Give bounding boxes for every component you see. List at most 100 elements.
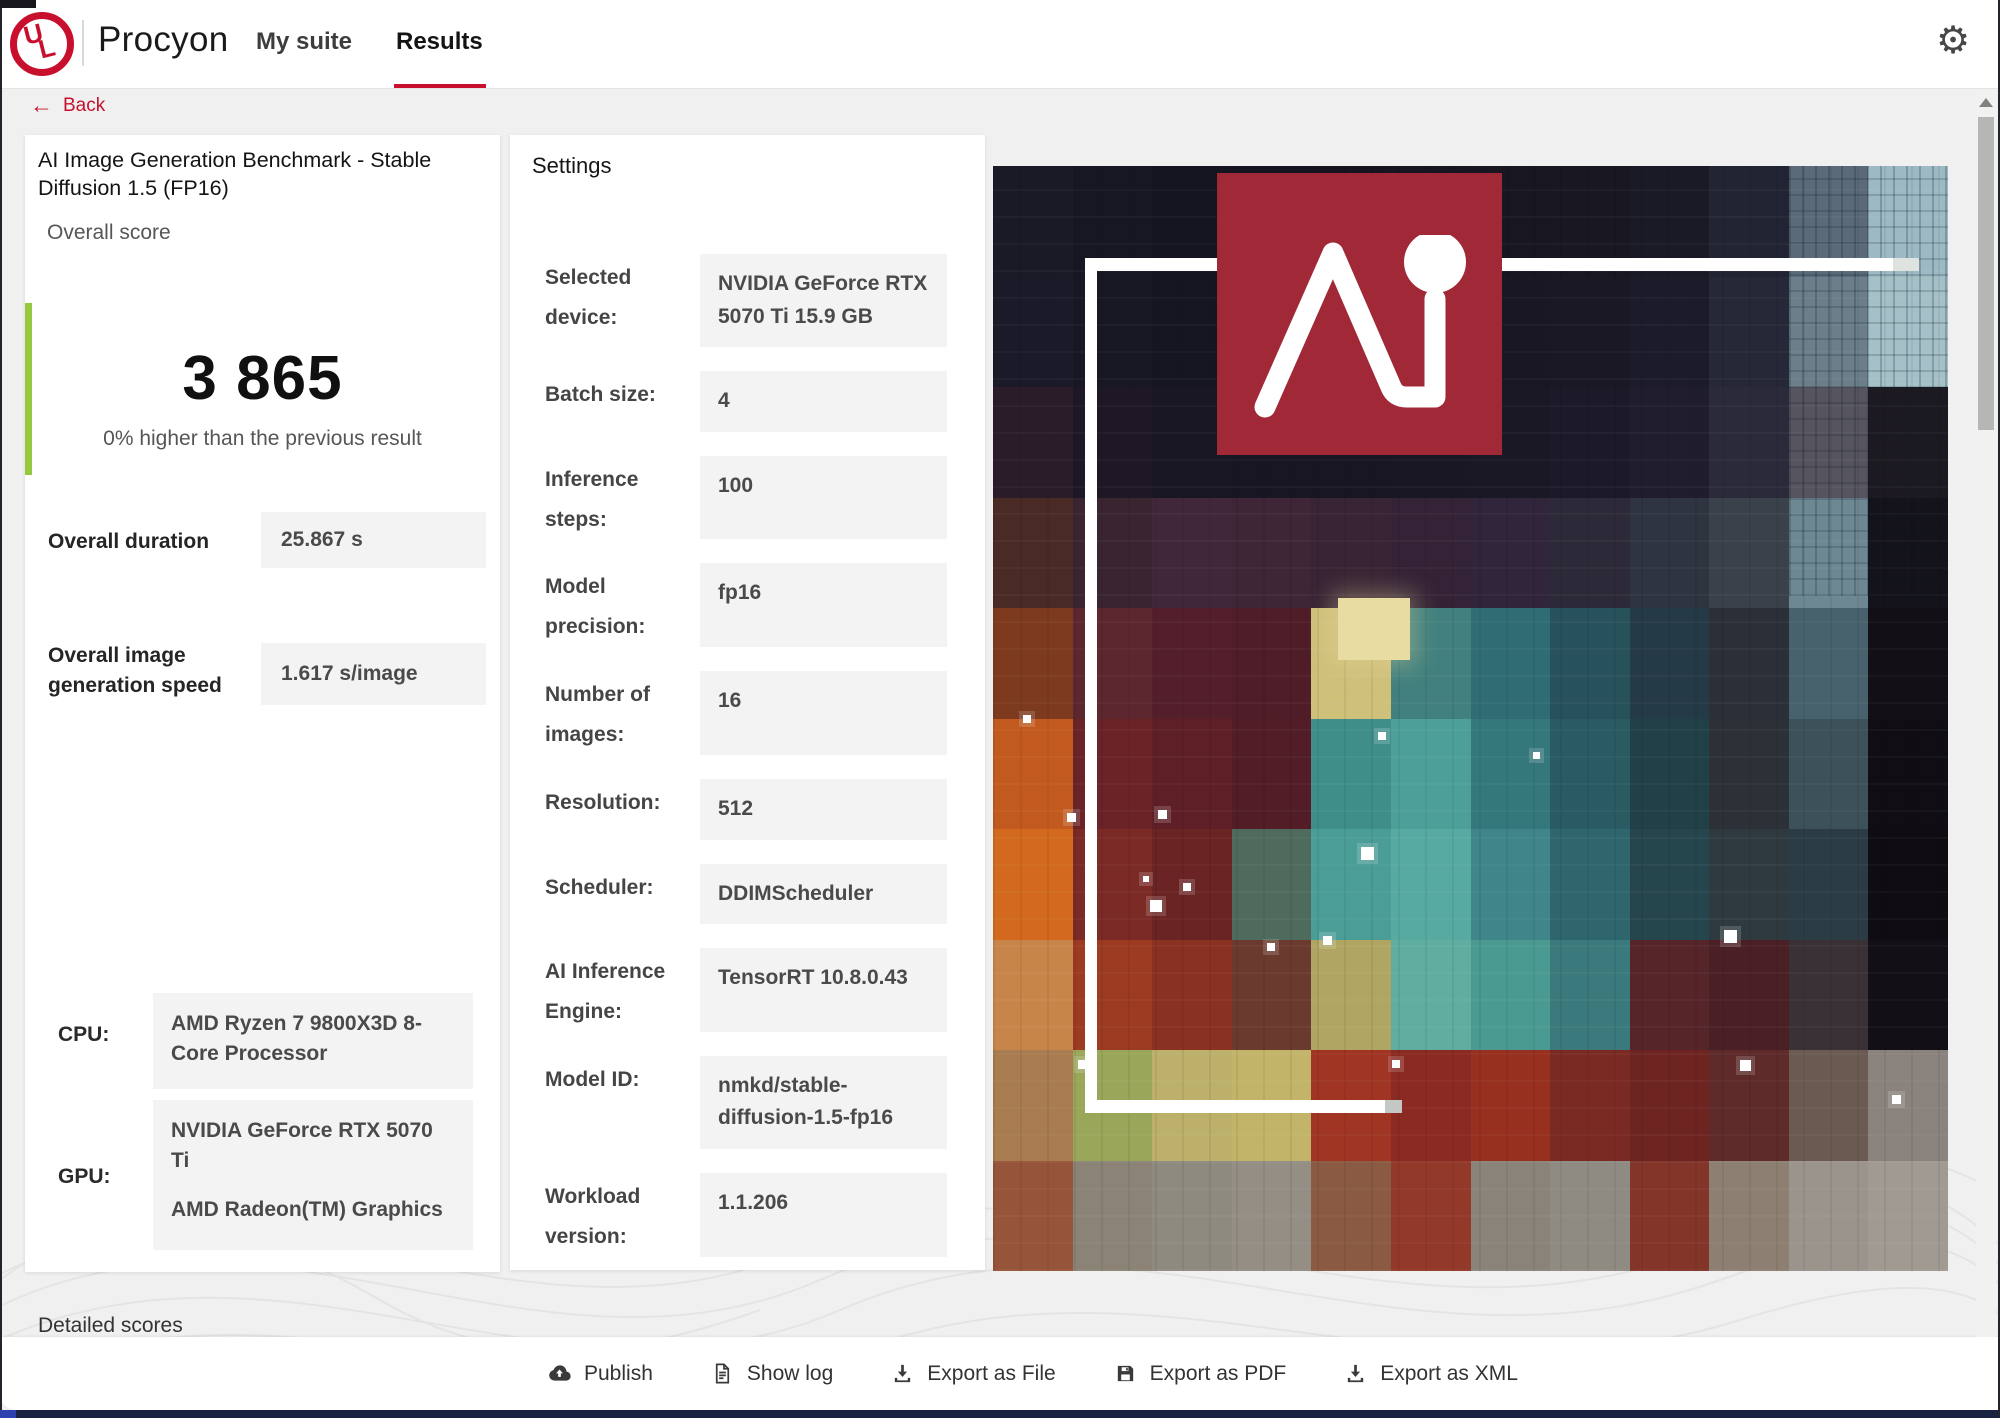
tab-results[interactable]: Results (396, 28, 483, 56)
sparkle-dot (1378, 732, 1386, 740)
settings-row-label: Model ID: (545, 1067, 640, 1091)
sparkle-dot (1158, 810, 1167, 819)
export-as-pdf-button[interactable]: Export as PDF (1114, 1361, 1287, 1386)
settings-row-label: Model precision: (545, 575, 646, 639)
download-icon (891, 1362, 914, 1385)
active-tab-underline (394, 84, 486, 88)
settings-row-label: Number of images: (545, 683, 650, 747)
action-button-label: Publish (584, 1361, 653, 1385)
show-log-button[interactable]: Show log (711, 1362, 833, 1386)
sparkle-dot (1892, 1095, 1901, 1104)
settings-row-value: TensorRT 10.8.0.43 (700, 948, 947, 1032)
sparkle-dot (1143, 876, 1149, 882)
settings-row-value: NVIDIA GeForce RTX 5070 Ti 15.9 GB (700, 254, 947, 348)
app-header: U L Procyon My suite Results ⚙ (0, 0, 2000, 89)
benchmark-artwork (993, 166, 1948, 1271)
settings-row: Scheduler: DDIMScheduler (545, 863, 947, 925)
app-title: Procyon (98, 20, 229, 59)
window-footer-strip (0, 1410, 2000, 1418)
result-card: AI Image Generation Benchmark - Stable D… (25, 135, 500, 1272)
overall-duration-value: 25.867 s (261, 512, 486, 568)
tab-my-suite[interactable]: My suite (256, 28, 352, 56)
publish-button[interactable]: Publish (548, 1362, 653, 1386)
frame-bottom-line (1085, 1100, 1385, 1113)
settings-row: Resolution: 512 (545, 778, 947, 840)
cpu-label: CPU: (58, 1023, 110, 1046)
scrollbar-up-arrow[interactable] (1979, 98, 1993, 107)
settings-row-label: Batch size: (545, 383, 656, 407)
gear-icon[interactable]: ⚙ (1936, 22, 1970, 60)
ul-logo: U L (10, 12, 74, 76)
sparkle-dot (1023, 715, 1031, 723)
settings-row-value: 512 (700, 778, 947, 840)
settings-row: Model ID: nmkd/stable-diffusion-1.5-fp16 (545, 1055, 947, 1149)
settings-row-label: Inference steps: (545, 467, 639, 531)
document-icon (711, 1362, 734, 1385)
frame-top-line-cap (1893, 258, 1919, 271)
frame-bottom-line-cap (1385, 1100, 1402, 1113)
score-comparison-note: 0% higher than the previous result (103, 427, 422, 450)
settings-title: Settings (532, 153, 612, 178)
cloud-upload-icon (548, 1362, 571, 1385)
sparkle-dot (1361, 847, 1374, 860)
gpu-name-2: AMD Radeon(TM) Graphics (171, 1197, 443, 1221)
settings-row: Batch size: 4 (545, 371, 947, 432)
settings-rows: Selected device: NVIDIA GeForce RTX 5070 … (545, 254, 947, 1281)
settings-row-label: Resolution: (545, 790, 661, 814)
glass-building-texture (1789, 166, 1948, 596)
settings-row-value: 4 (700, 371, 947, 432)
action-button-label: Export as File (927, 1361, 1056, 1385)
sparkle-dot (1533, 752, 1540, 759)
window-footer-accent (0, 1410, 16, 1418)
ai-logo-square (1217, 173, 1502, 455)
sparkle-dot (1078, 1060, 1087, 1069)
benchmark-title: AI Image Generation Benchmark - Stable D… (38, 148, 432, 200)
action-bar: Publish Show log Export as File Export as P… (0, 1337, 2000, 1410)
glowing-window (1338, 598, 1410, 660)
settings-row: Number of images: 16 (545, 671, 947, 755)
gpu-value: NVIDIA GeForce RTX 5070 Ti AMD Radeon(TM… (153, 1100, 473, 1250)
settings-row: Selected device: NVIDIA GeForce RTX 5070 … (545, 254, 947, 348)
scrollbar-thumb[interactable] (1978, 117, 1994, 430)
settings-row-value: 1.1.206 (700, 1172, 947, 1257)
overall-score-label: Overall score (47, 221, 171, 244)
gpu-label: GPU: (58, 1165, 111, 1188)
overall-score-value: 3 865 (182, 344, 343, 413)
settings-card: Settings Selected device: NVIDIA GeForce … (510, 135, 985, 1270)
action-button-label: Export as XML (1380, 1361, 1518, 1385)
procyon-results-page: U L Procyon My suite Results ⚙ ← Back AI… (0, 0, 2000, 1418)
window-border-left (0, 0, 2, 1418)
sparkle-dot (1392, 1060, 1400, 1068)
sparkle-dot (1267, 943, 1275, 951)
ai-monogram-icon (1254, 235, 1466, 418)
save-icon (1114, 1362, 1137, 1385)
window-corner-fragment (0, 0, 36, 8)
cpu-value: AMD Ryzen 7 9800X3D 8-Core Processor (153, 993, 473, 1089)
action-button-label: Export as PDF (1149, 1361, 1287, 1385)
sparkle-dot (1323, 936, 1332, 945)
settings-row: Inference steps: 100 (545, 455, 947, 540)
generation-speed-value: 1.617 s/image (261, 643, 486, 705)
settings-row-label: AI Inference Engine: (545, 960, 666, 1023)
sparkle-dot (1150, 900, 1162, 912)
generation-speed-label: Overall image generation speed (48, 644, 222, 698)
overall-duration-label: Overall duration (48, 530, 210, 553)
settings-row-value: DDIMScheduler (700, 863, 947, 925)
settings-row-label: Workload version: (545, 1184, 641, 1248)
settings-row-value: fp16 (700, 563, 947, 648)
cpu-name: AMD Ryzen 7 9800X3D 8-Core Processor (171, 1012, 422, 1066)
header-divider (82, 20, 84, 66)
export-as-xml-button[interactable]: Export as XML (1344, 1362, 1518, 1386)
frame-left-line (1085, 258, 1097, 1112)
sparkle-dot (1067, 813, 1076, 822)
settings-row: AI Inference Engine: TensorRT 10.8.0.43 (545, 948, 947, 1032)
back-button[interactable]: ← Back (30, 94, 105, 117)
settings-row-value: 16 (700, 671, 947, 755)
download-icon (1344, 1362, 1367, 1385)
action-button-label: Show log (746, 1361, 834, 1385)
back-label: Back (63, 94, 106, 116)
scrollbar[interactable] (1976, 89, 1996, 1337)
settings-row-label: Scheduler: (545, 875, 654, 899)
settings-row-value: nmkd/stable-diffusion-1.5-fp16 (700, 1055, 947, 1149)
export-as-file-button[interactable]: Export as File (891, 1361, 1056, 1386)
